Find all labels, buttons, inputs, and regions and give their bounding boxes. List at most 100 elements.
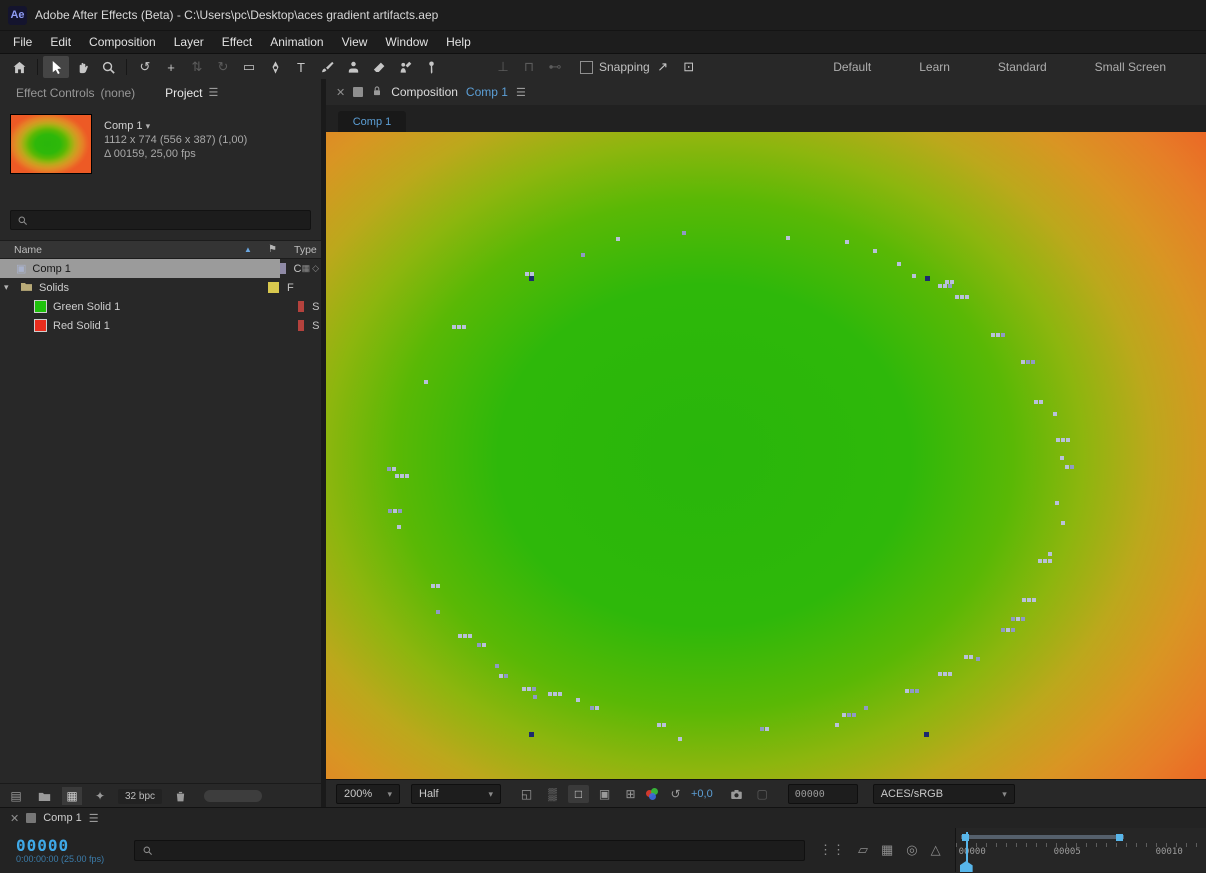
work-area-bar[interactable] <box>960 835 1124 839</box>
menu-animation[interactable]: Animation <box>261 35 332 49</box>
close-panel-icon[interactable]: ✕ <box>10 812 19 825</box>
exposure-value[interactable]: +0,0 <box>691 788 713 800</box>
pen-tool-icon[interactable] <box>262 56 288 78</box>
project-row-green-solid[interactable]: Green Solid 1 S <box>0 297 321 316</box>
current-time-block[interactable]: 00000 0:00:00:00 (25.00 fps) <box>0 837 134 864</box>
menu-window[interactable]: Window <box>376 35 437 49</box>
expander-icon[interactable]: ▾ <box>4 282 14 293</box>
current-frame-display[interactable]: 00000 <box>16 837 134 854</box>
snapshot-camera-icon[interactable] <box>726 785 747 803</box>
eraser-tool-icon[interactable] <box>366 56 392 78</box>
panel-drag-icon[interactable] <box>26 813 37 823</box>
frame-blending-icon[interactable]: ▦ <box>881 842 893 858</box>
trash-icon[interactable] <box>170 787 190 805</box>
menu-file[interactable]: File <box>4 35 41 49</box>
mask-rectangle-tool-icon[interactable]: ▭ <box>236 56 262 78</box>
transparency-grid-icon[interactable]: ▒ <box>542 785 563 803</box>
region-of-interest-icon[interactable]: ▣ <box>594 785 615 803</box>
axis-mode-world-icon[interactable]: ⊓ <box>516 56 542 78</box>
label-color-chip[interactable] <box>280 263 286 274</box>
home-icon[interactable] <box>6 56 32 78</box>
label-color-chip[interactable] <box>298 301 305 312</box>
menu-help[interactable]: Help <box>437 35 480 49</box>
roto-brush-tool-icon[interactable] <box>392 56 418 78</box>
reset-exposure-icon[interactable]: ↺ <box>665 785 686 803</box>
type-tool-icon[interactable]: T <box>288 56 314 78</box>
axis-mode-view-icon[interactable]: ⊷ <box>542 56 568 78</box>
grid-and-guides-icon[interactable]: ◱ <box>516 785 537 803</box>
snapping-checkbox[interactable] <box>580 60 593 74</box>
graph-editor-icon[interactable]: △ <box>931 842 941 858</box>
puppet-pin-tool-icon[interactable] <box>418 56 444 78</box>
interpret-footage-icon[interactable]: ▤ <box>6 787 26 805</box>
orbit-tool-icon[interactable]: ↻ <box>210 56 236 78</box>
color-space-dropdown[interactable]: ACES/sRGB ▾ <box>872 784 1015 804</box>
menu-composition[interactable]: Composition <box>80 35 165 49</box>
timeline-search-input[interactable] <box>134 839 805 861</box>
snapping-control[interactable]: Snapping <box>580 60 650 74</box>
camera-tool-icon[interactable]: ⇅ <box>184 56 210 78</box>
project-row-solids[interactable]: ▾ Solids F <box>0 278 321 297</box>
resolution-dropdown[interactable]: Half ▾ <box>411 784 501 804</box>
snap-angle-icon[interactable]: ↗ <box>650 56 676 78</box>
timeline-tab-comp-1[interactable]: Comp 1 <box>43 812 82 824</box>
sort-ascending-icon[interactable]: ▲ <box>244 245 268 254</box>
lock-icon[interactable] <box>371 85 383 100</box>
workspace-default[interactable]: Default <box>809 60 895 74</box>
composition-tab-label[interactable]: Composition <box>391 85 458 99</box>
axis-mode-local-icon[interactable]: ⊥ <box>490 56 516 78</box>
workspace-standard[interactable]: Standard <box>974 60 1071 74</box>
label-color-chip[interactable] <box>268 282 279 293</box>
project-row-red-solid[interactable]: Red Solid 1 S <box>0 316 321 335</box>
column-name[interactable]: Name <box>0 244 244 256</box>
project-row-comp-1[interactable]: ▣ Comp 1 C ▦◇ <box>0 259 321 278</box>
zoom-tool-icon[interactable] <box>95 56 121 78</box>
tab-project[interactable]: Project ☰ <box>165 86 218 100</box>
snap-frame-icon[interactable]: ⊡ <box>676 56 702 78</box>
draft-3d-icon[interactable]: ▱ <box>858 842 868 858</box>
brush-tool-icon[interactable] <box>314 56 340 78</box>
panel-menu-icon[interactable]: ☰ <box>209 86 219 99</box>
project-search-input[interactable] <box>10 210 311 230</box>
new-composition-icon[interactable]: ▦ <box>62 787 82 805</box>
playhead-grip[interactable] <box>959 861 973 872</box>
project-settings-icon[interactable]: ✦ <box>90 787 110 805</box>
label-color-chip[interactable] <box>298 320 305 331</box>
show-snapshot-icon[interactable]: ▢ <box>752 785 773 803</box>
panel-menu-icon[interactable]: ☰ <box>89 812 99 825</box>
composition-viewer[interactable] <box>326 132 1206 779</box>
hand-tool-icon[interactable] <box>69 56 95 78</box>
viewer-tab-comp-1[interactable]: Comp 1 <box>338 111 406 132</box>
pan-behind-tool-icon[interactable]: + <box>158 56 184 78</box>
tab-effect-controls[interactable]: Effect Controls (none) <box>16 86 135 100</box>
viewer-timecode-field[interactable]: 00000 <box>787 784 858 804</box>
menu-view[interactable]: View <box>333 35 377 49</box>
color-depth-button[interactable]: 32 bpc <box>118 788 163 804</box>
work-area-end-handle[interactable] <box>1115 834 1123 841</box>
workspace-small-screen[interactable]: Small Screen <box>1071 60 1190 74</box>
selection-tool-icon[interactable] <box>43 56 69 78</box>
zoom-level-dropdown[interactable]: 200% ▾ <box>336 784 400 804</box>
menu-effect[interactable]: Effect <box>213 35 261 49</box>
footer-slider[interactable] <box>204 790 263 802</box>
close-panel-icon[interactable]: ✕ <box>336 86 345 99</box>
column-type[interactable]: Type <box>294 244 317 256</box>
project-table-header[interactable]: Name ▲ ⚑ Type <box>0 240 321 259</box>
menu-layer[interactable]: Layer <box>165 35 213 49</box>
panel-drag-icon[interactable] <box>353 87 364 97</box>
composition-tab-comp-name[interactable]: Comp 1 <box>466 85 508 99</box>
rotate-tool-icon[interactable]: ↺ <box>132 56 158 78</box>
toggle-mask-paths-icon[interactable]: □ <box>568 785 589 803</box>
workspace-learn[interactable]: Learn <box>895 60 974 74</box>
panel-menu-icon[interactable]: ☰ <box>516 86 526 99</box>
new-folder-icon[interactable] <box>34 787 54 805</box>
label-column-icon[interactable]: ⚑ <box>268 244 294 255</box>
guides-snap-icon[interactable]: ⊞ <box>620 785 641 803</box>
motion-blur-icon[interactable]: ◎ <box>906 842 917 858</box>
menu-edit[interactable]: Edit <box>41 35 80 49</box>
timeline-body: 00000 0:00:00:00 (25.00 fps) ⋮⋮ ▱ ▦ ◎ △ … <box>0 828 1206 872</box>
show-channel-icon[interactable] <box>646 788 660 800</box>
timeline-ruler[interactable]: 00000 00005 00010 <box>954 828 1206 872</box>
mini-flowchart-icon[interactable]: ⋮⋮ <box>819 842 845 858</box>
clone-stamp-tool-icon[interactable] <box>340 56 366 78</box>
